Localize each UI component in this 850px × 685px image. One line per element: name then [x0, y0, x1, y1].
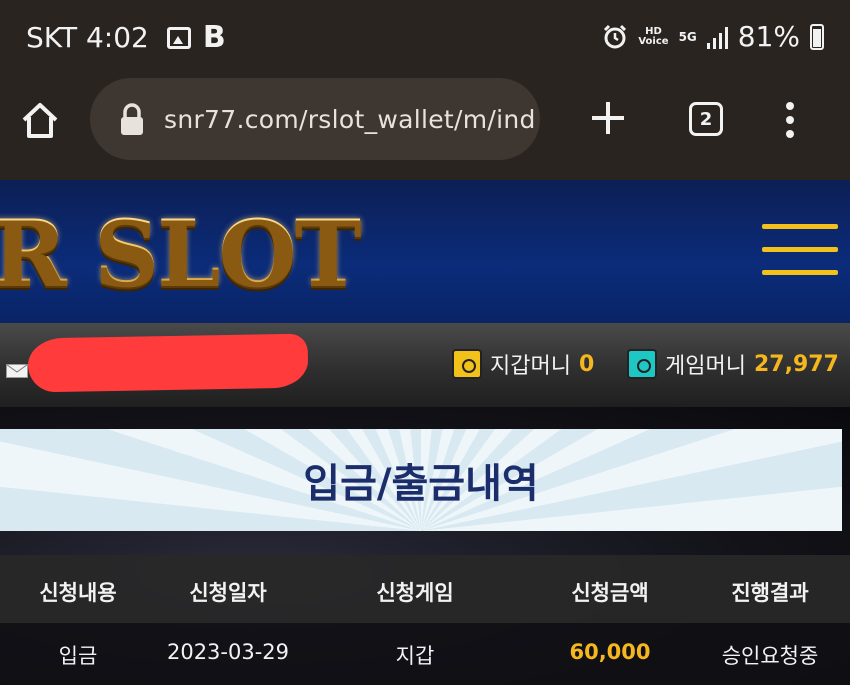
site-header: R SLOT: [0, 180, 850, 323]
status-bar: SKT 4:02 B HD Voice 5G 81%: [0, 0, 850, 74]
row-amount: 60,000: [569, 640, 651, 664]
battery-percent: 81%: [737, 20, 800, 53]
safe-icon: [627, 349, 657, 379]
wallet-money-label: 지갑머니: [490, 354, 571, 379]
5g-icon: 5G: [678, 29, 697, 44]
hd-voice-icon: HD Voice: [638, 25, 669, 47]
alarm-icon: [604, 24, 627, 48]
hamburger-menu-icon[interactable]: [762, 224, 838, 280]
row-game: 지갑: [395, 644, 435, 668]
column-header-type: 신청내용: [39, 581, 117, 605]
status-left: SKT 4:02 B: [26, 20, 226, 55]
carrier-time: SKT 4:02: [26, 21, 149, 54]
game-money-label: 게임머니: [665, 354, 746, 379]
signal-icon: [706, 25, 728, 49]
page-title: 입금/출금내역: [303, 461, 539, 507]
status-right: HD Voice 5G 81%: [602, 20, 824, 53]
column-header-game: 신청게임: [376, 581, 454, 605]
wallet-money: 지갑머니 0: [452, 348, 594, 380]
browser-toolbar: snr77.com/rslot_wallet/m/ind 2: [0, 74, 850, 178]
url-text: snr77.com/rslot_wallet/m/ind: [164, 104, 536, 134]
battery-icon: [810, 23, 824, 50]
row-type: 입금: [58, 644, 98, 668]
b-app-notification-icon: B: [202, 20, 226, 55]
more-menu-icon[interactable]: [780, 98, 800, 142]
column-header-date: 신청일자: [189, 581, 267, 605]
tab-switcher-button[interactable]: 2: [689, 102, 723, 136]
address-bar[interactable]: snr77.com/rslot_wallet/m/ind: [90, 78, 540, 160]
gallery-notification-icon: [166, 26, 191, 49]
mail-icon[interactable]: [6, 364, 28, 378]
lock-icon: [121, 103, 143, 135]
redacted-username: [27, 333, 309, 393]
row-status: 승인요청중: [721, 644, 819, 668]
row-date: 2023-03-29: [166, 640, 290, 664]
game-money: 게임머니 27,977: [627, 348, 839, 380]
game-money-value: 27,977: [753, 351, 839, 377]
wallet-money-value: 0: [578, 351, 595, 377]
safe-icon: [452, 349, 482, 379]
column-header-amount: 신청금액: [571, 581, 649, 605]
site-logo[interactable]: R SLOT: [0, 198, 362, 308]
column-header-status: 진행결과: [731, 581, 809, 605]
new-tab-icon[interactable]: [586, 96, 630, 140]
page-title-banner: 입금/출금내역: [0, 429, 842, 531]
home-icon[interactable]: [18, 98, 62, 142]
